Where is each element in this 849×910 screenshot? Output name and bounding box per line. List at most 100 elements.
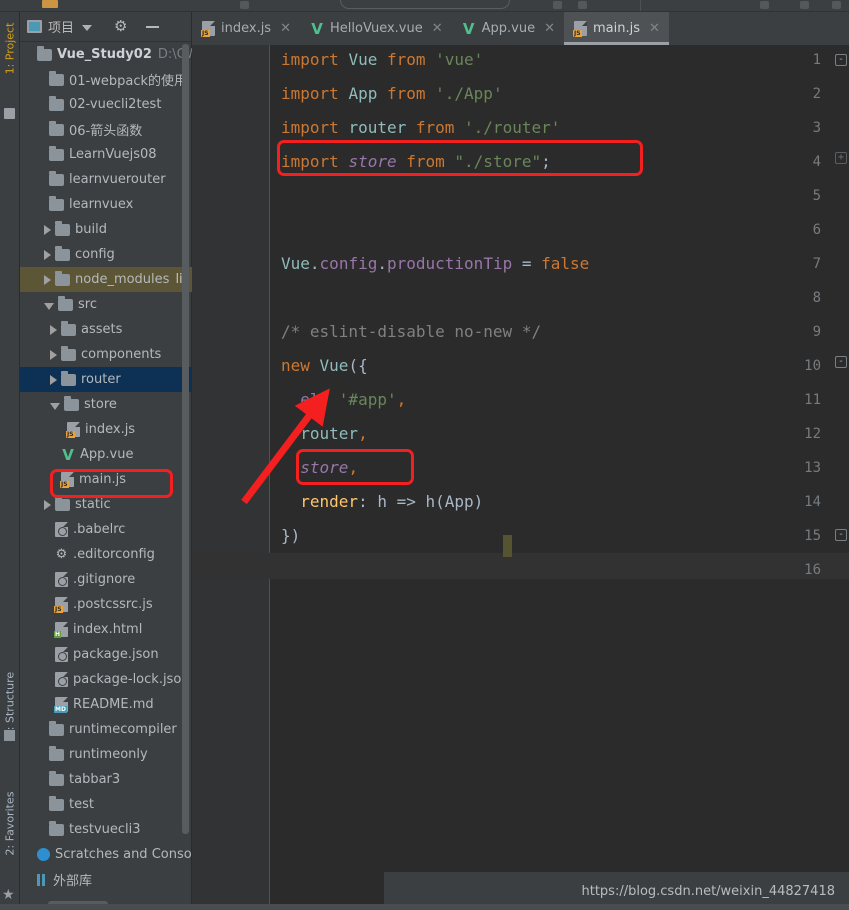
- left-tool-strip[interactable]: 1: Project 7: Structure 2: Favorites ★: [0, 12, 20, 910]
- expand-arrow-icon[interactable]: [44, 249, 51, 260]
- tree-item-app-vue[interactable]: V App.vue: [20, 442, 192, 467]
- expand-arrow-icon[interactable]: [44, 224, 51, 235]
- code-line-11[interactable]: el: '#app',: [281, 390, 406, 409]
- minimize-icon[interactable]: [146, 25, 160, 28]
- code-content[interactable]: import Vue from 'vue' import App from './…: [271, 45, 849, 910]
- toolbar-run-config-box[interactable]: [340, 0, 510, 9]
- tree-item--postcssrc-js[interactable]: JS .postcssrc.js: [20, 592, 192, 617]
- tree-item-scratches-and-consoles[interactable]: Scratches and Consoles: [20, 842, 192, 867]
- close-icon[interactable]: ✕: [544, 21, 555, 36]
- collapse-arrow-icon[interactable]: [44, 302, 54, 310]
- tree-item-build[interactable]: build: [20, 217, 192, 242]
- tree-item-index-js[interactable]: JS index.js: [20, 417, 192, 442]
- expand-arrow-icon[interactable]: [44, 274, 51, 285]
- fold-marker-line10[interactable]: -: [835, 356, 847, 368]
- tree-item-runtimecompiler[interactable]: runtimecompiler: [20, 717, 192, 742]
- tree-item-package-lock-jso[interactable]: package-lock.jso: [20, 667, 192, 692]
- code-line-12[interactable]: router,: [281, 424, 367, 443]
- code-line-15[interactable]: }): [281, 526, 300, 545]
- editor-tab-bar[interactable]: JS index.js ✕ V HelloVuex.vue ✕ V App.vue ✕ JS mai…: [192, 12, 849, 45]
- editor-tab-App-vue[interactable]: V App.vue ✕: [452, 12, 564, 45]
- tree-item-label: main.js: [79, 472, 126, 487]
- toolbar-module-chip[interactable]: [42, 0, 58, 8]
- project-file-tree[interactable]: Vue_Study02D:\CWor 01-webpack的使用 02-vuecli…: [20, 42, 192, 910]
- toolbar-debug-icon[interactable]: [553, 1, 562, 9]
- tree-item-store[interactable]: store: [20, 392, 192, 417]
- toolbar-play-icon[interactable]: [578, 1, 587, 9]
- folder-icon: [49, 820, 64, 836]
- collapse-arrow-icon[interactable]: [50, 402, 60, 410]
- tree-item-label: LearnVuejs08: [69, 147, 157, 162]
- code-line-1[interactable]: import Vue from 'vue': [281, 50, 483, 69]
- code-editor[interactable]: import Vue from 'vue' import App from './…: [192, 45, 849, 910]
- tree-item-01-webpack---[interactable]: 01-webpack的使用: [20, 67, 192, 92]
- tree-item-learnvuejs08[interactable]: LearnVuejs08: [20, 142, 192, 167]
- strip-label-structure[interactable]: 7: Structure: [4, 672, 17, 738]
- text-caret: [503, 535, 512, 557]
- tree-item-readme-md[interactable]: MD README.md: [20, 692, 192, 717]
- tree-item-static[interactable]: static: [20, 492, 192, 517]
- code-line-10[interactable]: new Vue({: [281, 356, 368, 375]
- tree-item-label: index.html: [73, 622, 143, 637]
- editor-tab-main-js[interactable]: JS main.js ✕: [564, 12, 669, 45]
- tree-item-src[interactable]: src: [20, 292, 192, 317]
- editor-tab-HelloVuex-vue[interactable]: V HelloVuex.vue ✕: [300, 12, 452, 45]
- close-icon[interactable]: ✕: [280, 21, 291, 36]
- fold-marker-line15[interactable]: -: [835, 529, 847, 541]
- tree-item-components[interactable]: components: [20, 342, 192, 367]
- editor-tab-index-js[interactable]: JS index.js ✕: [192, 12, 300, 45]
- code-line-7[interactable]: Vue.config.productionTip = false: [281, 254, 589, 273]
- folder-icon: [55, 495, 70, 511]
- tree-item-learnvuex[interactable]: learnvuex: [20, 192, 192, 217]
- project-panel-title: 项目: [48, 21, 75, 36]
- tree-item-test[interactable]: test: [20, 792, 192, 817]
- expand-arrow-icon[interactable]: [44, 499, 51, 510]
- close-icon[interactable]: ✕: [649, 21, 660, 36]
- tree-item-vue-study02[interactable]: Vue_Study02D:\CWor: [20, 42, 192, 67]
- fold-marker-line4[interactable]: +: [835, 152, 847, 164]
- tree-item-learnvuerouter[interactable]: learnvuerouter: [20, 167, 192, 192]
- tree-item-assets[interactable]: assets: [20, 317, 192, 342]
- toolbar-search-icon[interactable]: [760, 1, 769, 9]
- code-line-4[interactable]: import store from "./store";: [281, 152, 551, 171]
- tree-item-label: store: [84, 397, 117, 412]
- project-panel-scrollbar[interactable]: [182, 44, 189, 834]
- strip-label-favorites[interactable]: 2: Favorites: [4, 791, 17, 857]
- code-line-13[interactable]: store,: [281, 458, 358, 477]
- tree-item--editorconfig[interactable]: ⚙ .editorconfig: [20, 542, 192, 567]
- tree-item-config[interactable]: config: [20, 242, 192, 267]
- tree-item-runtimeonly[interactable]: runtimeonly: [20, 742, 192, 767]
- tree-item-tabbar3[interactable]: tabbar3: [20, 767, 192, 792]
- code-line-3[interactable]: import router from './router': [281, 118, 560, 137]
- code-line-14[interactable]: render: h => h(App): [281, 492, 483, 511]
- tree-item----[interactable]: 外部库: [20, 867, 192, 892]
- tree-item-testvuecli3[interactable]: testvuecli3: [20, 817, 192, 842]
- main-toolbar[interactable]: [0, 0, 849, 12]
- strip-label-project[interactable]: 1: Project: [4, 16, 17, 82]
- toolbar-settings-icon[interactable]: [800, 1, 809, 9]
- vue-file-icon: V: [311, 19, 323, 38]
- tree-item-router[interactable]: router: [20, 367, 192, 392]
- tree-item-index-html[interactable]: Hindex.html: [20, 617, 192, 642]
- toolbar-overflow-icon[interactable]: [832, 1, 841, 9]
- tree-item-02-vuecli2test[interactable]: 02-vuecli2test: [20, 92, 192, 117]
- tree-item-main-js[interactable]: JS main.js: [20, 467, 192, 492]
- chevron-down-icon[interactable]: [82, 24, 93, 31]
- expand-arrow-icon[interactable]: [50, 374, 57, 385]
- tree-item--gitignore[interactable]: .gitignore: [20, 567, 192, 592]
- editor-gutter[interactable]: [192, 45, 270, 910]
- tree-item--babelrc[interactable]: .babelrc: [20, 517, 192, 542]
- expand-arrow-icon[interactable]: [50, 349, 57, 360]
- code-line-2[interactable]: import App from './App': [281, 84, 503, 103]
- code-line-9[interactable]: /* eslint-disable no-new */: [281, 322, 541, 341]
- expand-arrow-icon[interactable]: [50, 324, 57, 335]
- tree-item-node-modules[interactable]: node_modules li: [20, 267, 192, 292]
- code-token: "./store": [454, 152, 542, 171]
- toolbar-run-icon[interactable]: [240, 1, 249, 9]
- fold-marker-line1[interactable]: -: [835, 54, 847, 66]
- code-token: Vue: [348, 50, 378, 69]
- gear-icon[interactable]: ⚙: [114, 19, 127, 34]
- tree-item-06-----[interactable]: 06-箭头函数: [20, 117, 192, 142]
- tree-item-package-json[interactable]: package.json: [20, 642, 192, 667]
- close-icon[interactable]: ✕: [432, 21, 443, 36]
